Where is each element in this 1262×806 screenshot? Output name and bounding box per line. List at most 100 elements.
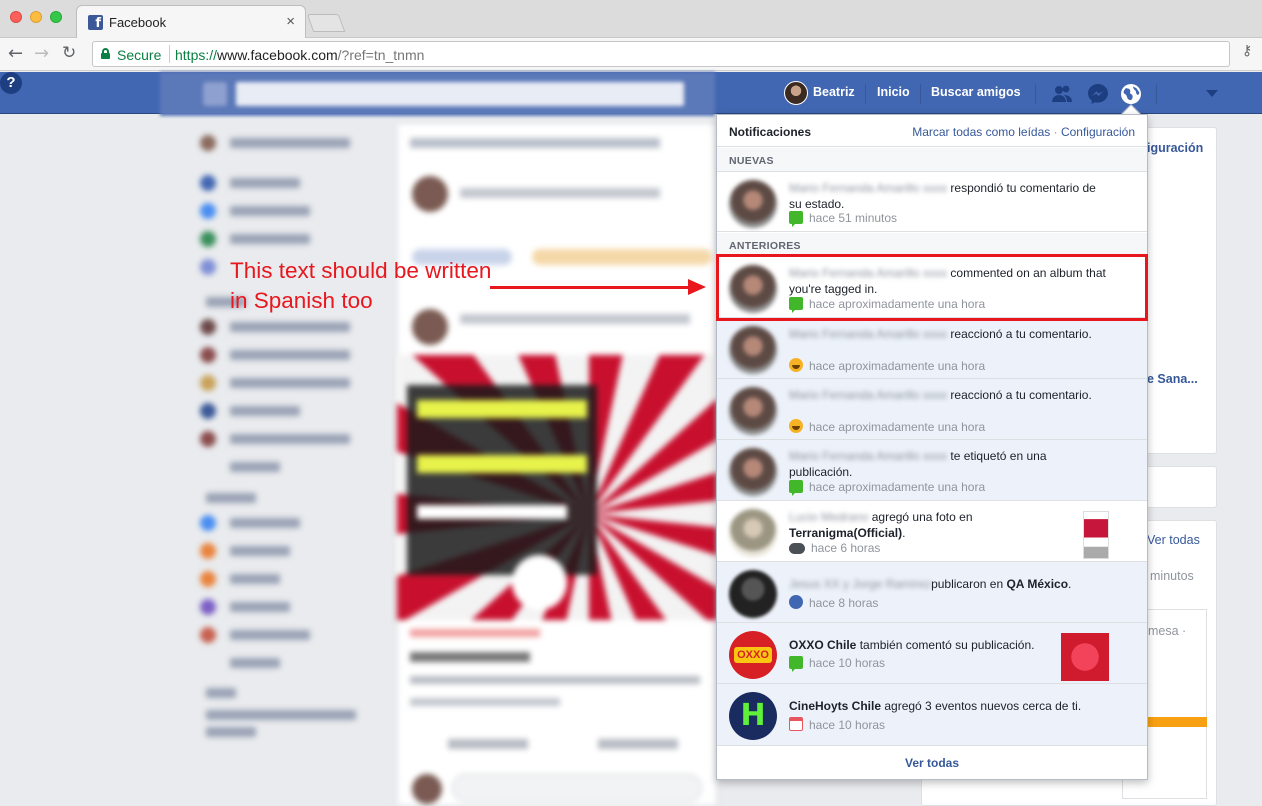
new-tab-button[interactable] <box>306 14 346 32</box>
url-protocol: https:// <box>175 47 218 63</box>
find-friends-link[interactable]: Buscar amigos <box>931 85 1021 99</box>
notification-item[interactable]: Jesus XX y Jorge Ramírezpublicaron en QA… <box>717 562 1147 623</box>
section-earlier-header: ANTERIORES <box>717 233 1147 257</box>
notification-time: hace 51 minutos <box>809 211 898 225</box>
help-icon[interactable]: ? <box>0 72 22 94</box>
gamepad-icon <box>789 543 805 554</box>
notification-item[interactable]: Lucio Medrano agregó una foto en Terrani… <box>717 501 1147 562</box>
haha-icon <box>789 419 803 433</box>
back-arrow-icon[interactable]: ← <box>8 43 23 64</box>
notification-meta: hace aproximadamente una hora <box>789 419 985 434</box>
url-path: /?ref=tn_tnmn <box>337 47 425 63</box>
header-divider <box>1156 84 1157 104</box>
see-all-link[interactable]: Ver todas <box>1147 533 1200 547</box>
blurred-event-banner <box>397 355 717 620</box>
forward-arrow-icon[interactable]: → <box>34 43 49 64</box>
annotation-arrow-line <box>490 286 690 289</box>
notification-meta: hace 10 horas <box>789 656 885 672</box>
header-divider <box>1035 84 1036 104</box>
notification-meta: hace aproximadamente una hora <box>789 480 986 496</box>
notification-text: CineHoyts Chile agregó 3 eventos nuevos … <box>789 698 1107 714</box>
comment-icon <box>789 297 803 313</box>
punctuation: . <box>1068 577 1072 591</box>
secure-label: Secure <box>117 47 162 63</box>
home-link[interactable]: Inicio <box>877 85 910 99</box>
comment-icon <box>789 480 803 496</box>
address-bar[interactable]: Secure https://www.facebook.com/?ref=tn_… <box>92 41 1230 67</box>
actor-name: Mario Fernanda Amarillo xxxx <box>789 266 948 280</box>
notification-time: hace aproximadamente una hora <box>809 297 986 311</box>
notification-message: reaccionó a tu comentario. <box>950 388 1092 402</box>
notification-time: hace aproximadamente una hora <box>809 480 986 494</box>
maximize-window-button[interactable] <box>50 11 62 23</box>
facebook-logo-icon[interactable] <box>203 82 227 106</box>
reload-icon[interactable]: ↻ <box>62 43 76 63</box>
cinehoyts-logo: H <box>740 698 766 733</box>
url-host: www.facebook.com <box>217 47 338 63</box>
actor-name: Lucio Medrano <box>789 510 869 524</box>
comment-icon <box>789 211 803 227</box>
target-group-link[interactable]: QA México <box>1006 577 1068 591</box>
search-input[interactable] <box>236 82 684 106</box>
messenger-icon[interactable] <box>1086 82 1110 106</box>
tab-title: Facebook <box>109 15 167 30</box>
url-text[interactable]: https://www.facebook.com/?ref=tn_tnmn <box>175 47 424 63</box>
avatar <box>729 265 777 313</box>
browser-tab[interactable]: f Facebook × <box>76 5 306 38</box>
notifications-header: Notificaciones Marcar todas como leídas … <box>717 115 1147 147</box>
notification-item[interactable]: Mario Fernanda Amarillo xxxx te etiquetó… <box>717 440 1147 501</box>
key-icon[interactable]: ⚷ <box>1242 43 1252 59</box>
calendar-icon <box>789 717 803 731</box>
notification-text: Mario Fernanda Amarillo xxxx te etiquetó… <box>789 448 1107 480</box>
notification-time: hace 8 horas <box>809 596 879 610</box>
avatar[interactable] <box>784 81 808 105</box>
blurred-left-sidebar <box>200 125 380 745</box>
notification-settings-link[interactable]: Configuración <box>1061 125 1135 139</box>
notification-item[interactable]: Mario Fernanda Amarillo xxxx reaccionó a… <box>717 379 1147 440</box>
notification-item[interactable]: H CineHoyts Chile agregó 3 eventos nuevo… <box>717 684 1147 746</box>
notification-item[interactable]: Mario Fernanda Amarillo xxxx respondió t… <box>717 172 1147 232</box>
notification-item[interactable]: Mario Fernanda Amarillo xxxx reaccionó a… <box>717 318 1147 379</box>
notification-meta: hace aproximadamente una hora <box>789 358 985 373</box>
close-window-button[interactable] <box>10 11 22 23</box>
notification-text: Lucio Medrano agregó una foto en Terrani… <box>789 509 1079 541</box>
punctuation: . <box>902 526 906 540</box>
notification-text: Mario Fernanda Amarillo xxxx reaccionó a… <box>789 387 1107 403</box>
avatar: H <box>729 692 777 740</box>
avatar <box>729 326 777 374</box>
avatar <box>729 509 777 557</box>
mark-all-read-link[interactable]: Marcar todas como leídas <box>912 125 1050 139</box>
actor-name: Jesus XX y Jorge Ramírez <box>789 577 932 591</box>
avatar: OXXO <box>729 631 777 679</box>
group-icon <box>789 595 803 609</box>
photo-thumbnail[interactable] <box>1061 633 1109 681</box>
profile-link[interactable]: Beatriz <box>813 85 855 99</box>
notification-time: hace aproximadamente una hora <box>809 420 986 434</box>
notifications-globe-icon[interactable] <box>1119 82 1143 106</box>
photo-thumbnail[interactable] <box>1083 511 1109 559</box>
friend-requests-icon[interactable] <box>1050 82 1074 106</box>
notification-time: hace 6 horas <box>811 541 881 555</box>
actor-name: OXXO Chile <box>789 638 857 652</box>
notification-time: hace aproximadamente una hora <box>809 359 986 373</box>
minimize-window-button[interactable] <box>30 11 42 23</box>
notification-item[interactable]: OXXO OXXO Chile también comentó su publi… <box>717 623 1147 684</box>
notification-item[interactable]: Mario Fernanda Amarillo xxxx commented o… <box>717 257 1147 318</box>
notification-meta: hace aproximadamente una hora <box>789 297 986 313</box>
actor-name: Mario Fernanda Amarillo xxxx <box>789 388 948 402</box>
timestamp-text: minutos <box>1150 569 1194 583</box>
browser-titlebar: f Facebook × <box>0 0 1262 38</box>
account-menu-caret-icon[interactable] <box>1206 90 1218 97</box>
header-divider <box>920 84 921 104</box>
see-all-link[interactable]: Ver todas <box>905 756 959 770</box>
notification-message: agregó una foto en <box>871 510 973 524</box>
target-page-link[interactable]: Terranigma(Official) <box>789 526 902 540</box>
notifications-actions: Marcar todas como leídas · Configuración <box>912 125 1135 139</box>
actor-name: CineHoyts Chile <box>789 699 882 713</box>
notification-meta: hace 10 horas <box>789 717 885 732</box>
section-new-header: NUEVAS <box>717 148 1147 172</box>
settings-link[interactable]: iguración <box>1147 141 1203 155</box>
notification-text: Mario Fernanda Amarillo xxxx commented o… <box>789 265 1107 297</box>
page-link[interactable]: e Sana... <box>1147 372 1198 386</box>
tab-close-icon[interactable]: × <box>286 13 295 30</box>
